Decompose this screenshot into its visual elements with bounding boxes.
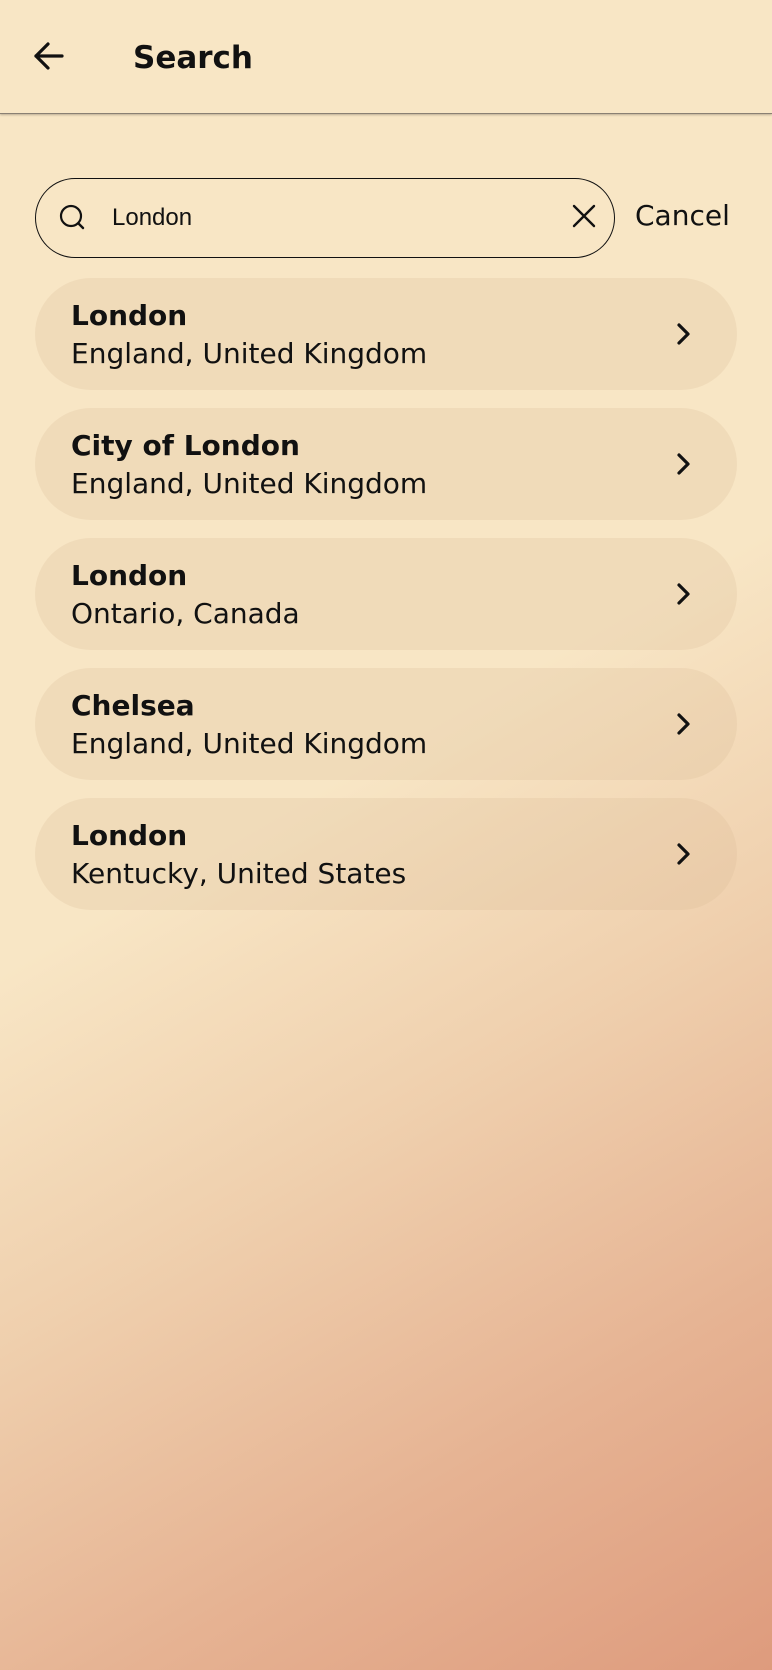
chevron-right-icon <box>663 314 703 354</box>
search-results-list: London England, United Kingdom City of L… <box>35 278 737 928</box>
list-item[interactable]: City of London England, United Kingdom <box>35 408 737 520</box>
result-name: London <box>71 299 188 332</box>
result-region: Kentucky, United States <box>71 857 407 890</box>
result-name: City of London <box>71 429 300 462</box>
list-item[interactable]: London England, United Kingdom <box>35 278 737 390</box>
search-icon <box>56 201 90 235</box>
result-region: England, United Kingdom <box>71 727 428 760</box>
search-input[interactable] <box>112 195 532 241</box>
close-icon <box>570 202 598 234</box>
result-region: Ontario, Canada <box>71 597 300 630</box>
arrow-left-icon <box>31 39 65 77</box>
chevron-right-icon <box>663 574 703 614</box>
cancel-button[interactable]: Cancel <box>635 198 730 234</box>
search-screen: Search Cancel London England, United Kin… <box>0 0 772 1670</box>
top-app-bar: Search <box>0 0 772 114</box>
chevron-right-icon <box>663 834 703 874</box>
chevron-right-icon <box>663 704 703 744</box>
result-name: London <box>71 559 188 592</box>
page-title: Search <box>133 40 254 76</box>
list-item[interactable]: London Kentucky, United States <box>35 798 737 910</box>
back-button[interactable] <box>28 38 68 78</box>
search-field[interactable] <box>35 178 615 258</box>
clear-search-button[interactable] <box>563 197 605 239</box>
result-region: England, United Kingdom <box>71 467 428 500</box>
chevron-right-icon <box>663 444 703 484</box>
result-name: London <box>71 819 188 852</box>
result-region: England, United Kingdom <box>71 337 428 370</box>
list-item[interactable]: London Ontario, Canada <box>35 538 737 650</box>
list-item[interactable]: Chelsea England, United Kingdom <box>35 668 737 780</box>
result-name: Chelsea <box>71 689 195 722</box>
